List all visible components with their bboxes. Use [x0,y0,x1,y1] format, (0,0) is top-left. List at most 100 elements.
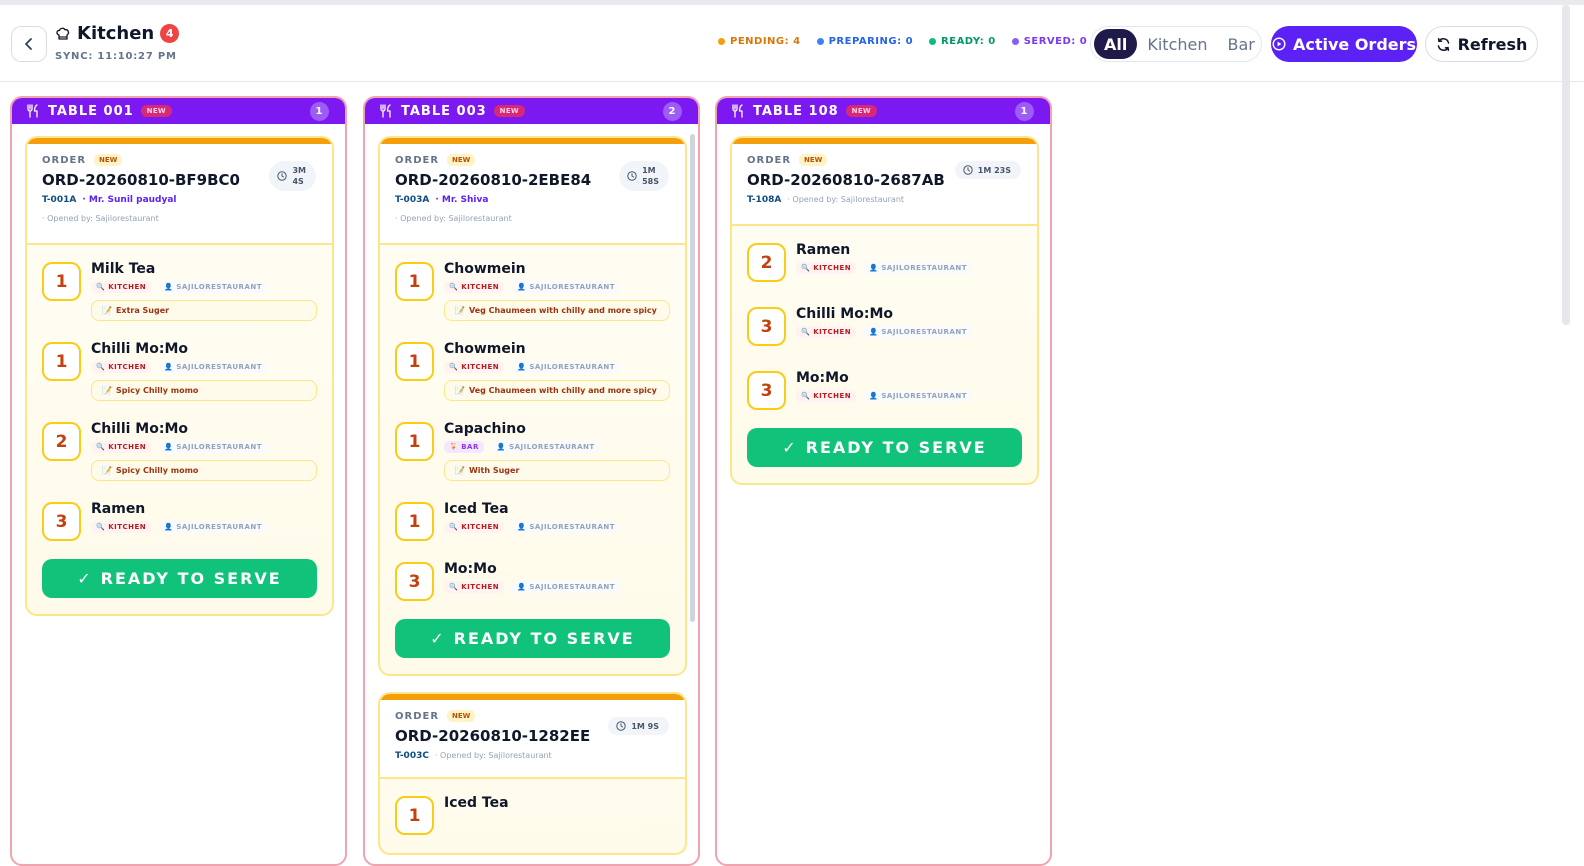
user-icon: 👤 [164,363,174,371]
item-quantity: 2 [747,243,786,282]
item-quantity: 1 [395,342,434,381]
order-label: ORDER [395,710,440,722]
station-tag: 🔍 KITCHEN [444,581,505,593]
station-tag: 🔍 KITCHEN [796,390,857,402]
order-item: 1 Chowmein 🔍 KITCHEN 👤 SAJILORESTAURANT 📝 V… [395,339,670,401]
item-note: 📝 Spicy Chilly momo [91,460,317,481]
order-item: 3 Chilli Mo:Mo 🔍 KITCHEN 👤 SAJILORESTAURAN… [747,304,1022,346]
table-header: TABLE 003 NEW 2 [365,98,698,124]
user-icon: 👤 [517,583,527,591]
item-name: Milk Tea [91,261,156,277]
title-row: Kitchen 4 [55,23,180,44]
new-badge: NEW [140,105,172,117]
order-item: 1 Chowmein 🔍 KITCHEN 👤 SAJILORESTAURANT 📝 V… [395,259,670,321]
table-orders: ORDER NEW ORD-20260810-2687AB T-108A · Ope… [717,124,1050,864]
opened-by: · Opened by: Sajilorestaurant [787,195,905,204]
stat-served: SERVED: 0 [1011,36,1088,47]
search-icon: 🔍 [96,363,106,371]
new-badge: NEW [447,710,476,722]
order-item: 1 Capachino 🍹 BAR 👤 SAJILORESTAURANT 📝 With… [395,419,670,481]
search-icon: 🔍 [449,283,459,291]
user-tag: 👤 SAJILORESTAURANT [159,521,267,533]
page-header: Kitchen 4 SYNC: 11:10:27 PM PENDING: 4 P… [0,5,1584,82]
order-item: 3 Ramen 🔍 KITCHEN 👤 SAJILORESTAURANT [42,499,317,541]
item-quantity: 1 [395,262,434,301]
user-icon: 👤 [869,264,879,272]
station-filter: All Kitchen Bar [1090,26,1262,62]
item-quantity: 1 [395,502,434,541]
elapsed-timer: 1M 9S [608,717,669,735]
check-icon: ✓ [430,629,446,648]
order-item: 1 Iced Tea 🔍 KITCHEN 👤 SAJILORESTAURANT [395,499,670,541]
filter-kitchen[interactable]: Kitchen [1137,29,1217,59]
table-column-108: TABLE 108 NEW 1 ORDER NEW ORD-20260810-26… [715,96,1052,866]
elapsed-timer: 3M 4S [269,161,316,191]
ready-to-serve-button[interactable]: ✓ READY TO SERVE [42,559,317,598]
item-name: Chowmein [444,341,526,357]
order-header: ORDER NEW ORD-20260810-2EBE84 T-003A · Mr.… [380,144,685,245]
item-name: Iced Tea [444,501,509,517]
table-code: T-001A [42,195,77,205]
item-note: 📝 Veg Chaumeen with chilly and more spicy [444,300,670,321]
table-code: T-003A [395,195,430,205]
new-badge: NEW [799,154,828,166]
stat-preparing: PREPARING: 0 [816,36,913,47]
opened-by: · Opened by: Sajilorestaurant [42,214,159,223]
customer-name: · Mr. Shiva [435,195,489,205]
cocktail-icon: 🍹 [449,443,459,451]
order-label: ORDER [42,154,87,166]
refresh-button[interactable]: Refresh [1425,26,1538,62]
search-icon: 🔍 [449,363,459,371]
order-card: ORDER NEW ORD-20260810-2687AB T-108A · Ope… [730,136,1039,485]
user-tag: 👤 SAJILORESTAURANT [491,441,600,453]
item-name: Chilli Mo:Mo [796,306,894,322]
ready-to-serve-button[interactable]: ✓ READY TO SERVE [747,428,1022,467]
memo-icon: 📝 [455,466,465,475]
table-name: TABLE 001 [48,103,134,119]
order-count: 2 [663,102,682,121]
stat-ready: READY: 0 [929,36,996,47]
table-code: T-003C [395,751,429,761]
order-item: 1 Iced Tea [395,793,670,835]
active-orders-button[interactable]: Active Orders [1271,26,1417,62]
elapsed-timer: 1M 23S [954,161,1021,179]
filter-bar[interactable]: Bar [1218,29,1265,59]
back-button[interactable] [11,26,47,62]
order-label: ORDER [395,154,440,166]
table-name: TABLE 003 [401,103,487,119]
play-circle-icon [1272,37,1286,51]
order-label: ORDER [747,154,792,166]
order-card: ORDER NEW ORD-20260810-2EBE84 T-003A · Mr.… [378,136,687,676]
sync-time: SYNC: 11:10:27 PM [55,51,177,62]
order-item: 2 Ramen 🔍 KITCHEN 👤 SAJILORESTAURANT [747,240,1022,282]
user-icon: 👤 [517,363,527,371]
user-icon: 👤 [164,283,174,291]
item-name: Mo:Mo [444,561,497,577]
utensils-icon [380,104,391,118]
item-quantity: 1 [42,342,81,381]
user-tag: 👤 SAJILORESTAURANT [159,281,267,293]
item-name: Chilli Mo:Mo [91,421,189,437]
table-name: TABLE 108 [753,103,839,119]
station-tag: 🔍 KITCHEN [91,521,152,533]
filter-all[interactable]: All [1094,29,1138,59]
order-count: 1 [1015,102,1034,121]
item-quantity: 1 [395,422,434,461]
order-item: 2 Chilli Mo:Mo 🔍 KITCHEN 👤 SAJILORESTAURAN… [42,419,317,481]
ready-to-serve-button[interactable]: ✓ READY TO SERVE [395,619,670,658]
page-scrollbar[interactable] [1562,5,1570,325]
elapsed-timer: 1M 58S [619,161,669,191]
table-column-003: TABLE 003 NEW 2 ORDER NEW ORD-20260810-2E… [363,96,700,866]
new-badge: NEW [845,105,877,117]
table-header: TABLE 001 NEW 1 [12,98,345,124]
memo-icon: 📝 [102,306,112,315]
item-note: 📝 Extra Suger [91,300,317,321]
station-tag: 🔍 KITCHEN [444,281,505,293]
user-icon: 👤 [517,283,527,291]
station-tag: 🔍 KITCHEN [91,361,152,373]
item-quantity: 3 [747,371,786,410]
served-dot-icon [1011,38,1019,45]
order-item: 3 Mo:Mo 🔍 KITCHEN 👤 SAJILORESTAURANT [747,368,1022,410]
customer-name: · Mr. Sunil paudyal [82,195,177,205]
item-quantity: 3 [42,502,81,541]
